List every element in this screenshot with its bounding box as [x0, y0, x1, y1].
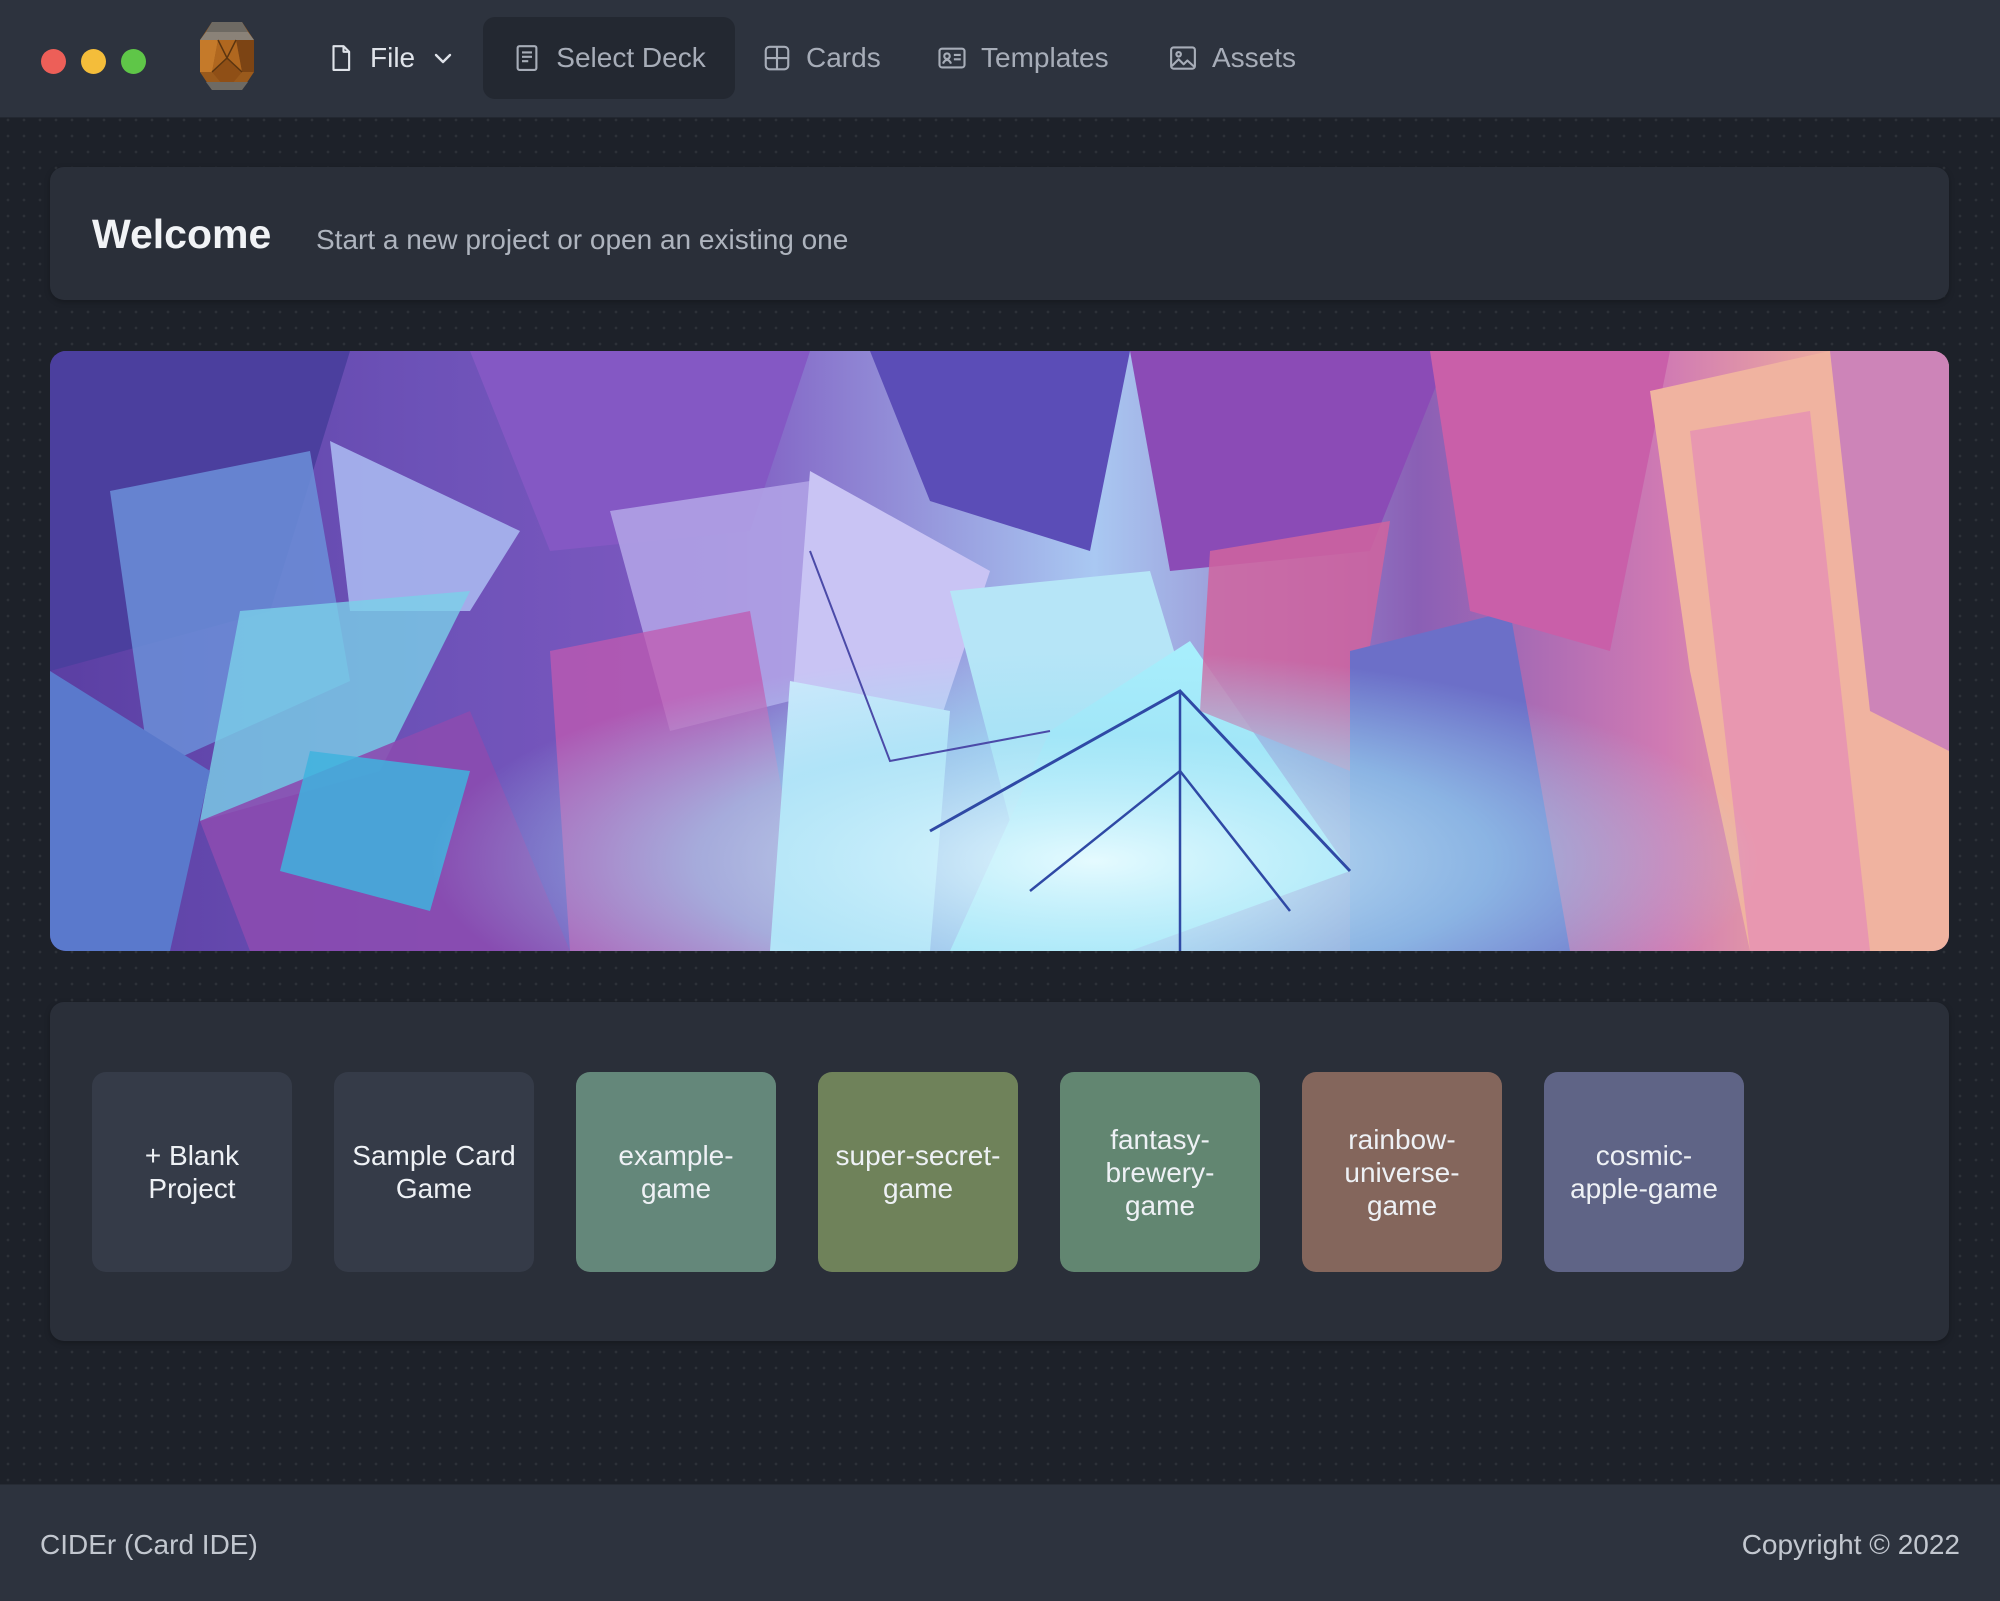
project-tile-label: rainbow-universe-game — [1344, 1123, 1460, 1221]
project-tile-label: super-secret-game — [835, 1140, 1001, 1204]
project-tile[interactable]: fantasy-brewery-game — [1060, 1072, 1260, 1272]
project-tile-label: fantasy-brewery-game — [1105, 1123, 1215, 1221]
copyright-label: Copyright © 2022 — [1741, 1529, 1960, 1560]
project-tile[interactable]: Sample Card Game — [334, 1072, 534, 1272]
tab-cards[interactable]: Cards — [762, 17, 881, 99]
tab-templates-label: Templates — [981, 42, 1109, 73]
chevron-down-icon — [434, 53, 452, 64]
project-tile[interactable]: rainbow-universe-game — [1302, 1072, 1502, 1272]
window-close-button[interactable] — [41, 49, 66, 74]
new-blank-project-button[interactable]: + Blank Project — [92, 1072, 292, 1272]
id-card-icon — [938, 47, 966, 69]
project-tile-label: + Blank Project — [144, 1140, 240, 1204]
page-subtitle: Start a new project or open an existing … — [316, 224, 849, 255]
project-tile-label: cosmic-apple-game — [1570, 1140, 1718, 1204]
project-list: + Blank Project Sample Card Game example… — [50, 1002, 1949, 1341]
file-menu-label: File — [370, 42, 416, 73]
crystal-banner-image — [50, 351, 1949, 951]
project-tile[interactable]: example-game — [576, 1072, 776, 1272]
app-name-label: CIDEr (Card IDE) — [40, 1529, 258, 1560]
tab-assets-label: Assets — [1212, 42, 1297, 73]
project-tile[interactable]: cosmic-apple-game — [1544, 1072, 1744, 1272]
file-icon — [332, 45, 351, 71]
status-footer: CIDEr (Card IDE) Copyright © 2022 — [0, 1484, 2000, 1601]
deck-icon — [516, 45, 538, 71]
page-title: Welcome — [92, 211, 272, 257]
title-bar: File Select Deck Cards Templates Assets — [0, 0, 2000, 118]
file-menu-button[interactable]: File — [322, 17, 459, 99]
tab-select-deck[interactable]: Select Deck — [483, 17, 735, 99]
project-tile-label: Sample Card Game — [352, 1140, 516, 1204]
welcome-header: Welcome Start a new project or open an e… — [50, 167, 1949, 300]
tab-select-deck-label: Select Deck — [556, 42, 706, 73]
tab-assets[interactable]: Assets — [1168, 17, 1296, 99]
window-maximize-button[interactable] — [121, 49, 146, 74]
grid-icon — [764, 45, 790, 71]
barrel-logo-icon — [200, 22, 254, 90]
app-window: File Select Deck Cards Templates Assets … — [0, 0, 2000, 1601]
image-icon — [1170, 46, 1196, 70]
project-tile-label: example-game — [618, 1140, 734, 1204]
tab-templates[interactable]: Templates — [937, 17, 1109, 99]
tab-cards-label: Cards — [806, 42, 881, 73]
project-tile[interactable]: super-secret-game — [818, 1072, 1018, 1272]
window-minimize-button[interactable] — [81, 49, 106, 74]
